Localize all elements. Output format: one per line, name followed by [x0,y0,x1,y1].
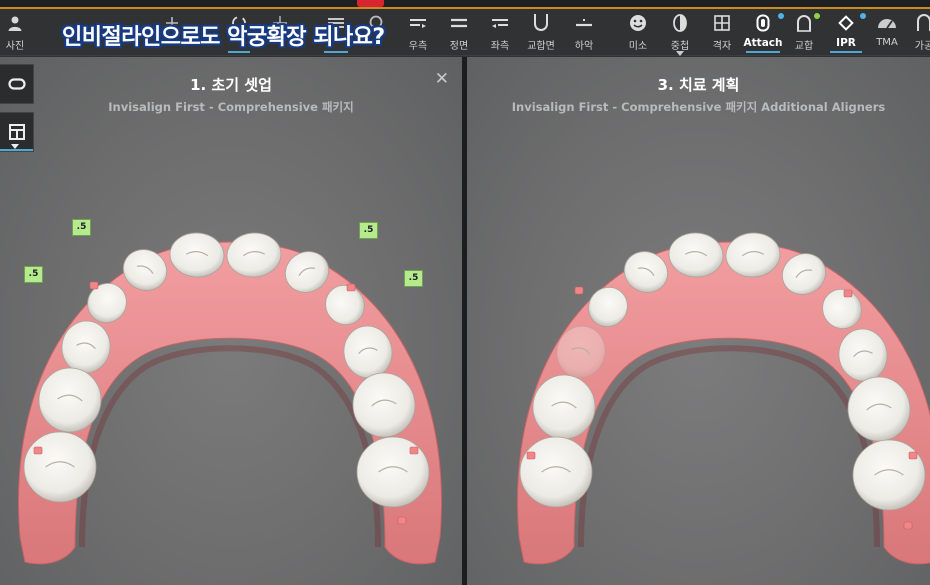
right-view-button[interactable]: 우측 [404,11,432,55]
chevron-down-icon [11,144,19,149]
layout-button[interactable] [0,112,34,152]
active-underline [746,51,780,53]
lower-jaw-button[interactable]: 하악 [570,11,598,55]
person-icon [8,16,22,31]
ipr-label: IPR [836,37,856,49]
video-caption: 인비절라인으로도 악궁확장 되나요? [62,25,385,50]
occlusal-view-icon [534,14,548,31]
occlusal-view-button[interactable]: 교합면 [524,11,558,55]
attachment-label: Attach [743,37,783,49]
smile-label: 미소 [628,41,648,52]
chevron-down-icon [676,51,684,56]
grid-button[interactable]: 격자 [708,11,736,55]
photo-button[interactable]: 사진 [2,11,28,55]
left-view-label: 좌측 [490,41,510,52]
attachment-icon [756,14,770,32]
left-view-icon [492,19,508,28]
photo-label: 사진 [5,41,25,52]
left-view-button[interactable]: 좌측 [486,11,514,55]
lower-jaw-label: 하악 [574,41,594,52]
tma-gauge-icon [878,19,896,29]
tooth-shape-button[interactable] [0,64,34,104]
smile-icon [630,15,646,31]
ipr-button[interactable]: IPR [828,11,866,55]
panel-subtitle: Invisalign First - Comprehensive 패키지 Add… [511,100,886,114]
status-dot [814,13,820,19]
panel-subtitle: Invisalign First - Comprehensive 패키지 [108,100,354,114]
overlay-icon [673,14,687,32]
initial-setup-panel: 1. 초기 셋업 Invisalign First - Comprehensiv… [0,57,462,585]
status-dot [778,13,784,19]
grid-label: 격자 [712,41,732,52]
status-dot [860,13,866,19]
attachment-button[interactable]: Attach [743,11,784,55]
pontic-button[interactable]: 가공 [910,11,930,55]
front-view-label: 정면 [449,41,469,52]
occlusal-view-label: 교합면 [527,41,555,52]
occlusion-button[interactable]: 교합 [790,11,820,55]
tma-button[interactable]: TMA [872,11,902,55]
overlay-button[interactable]: 중첩 [666,11,694,56]
overlay-label: 중첩 [670,41,690,52]
smile-button[interactable]: 미소 [624,11,652,55]
dental-arch-plan [517,232,930,565]
grid-icon [714,15,730,31]
pontic-icon [917,14,930,31]
active-underline [830,51,862,53]
pontic-label: 가공 [914,41,930,52]
capsule-icon [7,78,26,90]
front-view-button[interactable]: 정면 [445,11,473,55]
layout-icon [8,124,25,140]
front-view-icon [451,18,467,28]
active-underline [324,51,348,53]
panel-title: 3. 치료 계획 [657,76,740,94]
occlusion-label: 교합 [794,41,814,52]
close-icon[interactable]: ✕ [435,69,449,89]
right-view-icon [410,19,426,28]
panel-title: 1. 초기 셋업 [190,76,272,94]
treatment-plan-panel: 3. 치료 계획 Invisalign First - Comprehensiv… [467,57,930,585]
occlusion-icon [797,15,811,32]
right-view-label: 우측 [408,41,428,52]
active-underline [0,149,33,151]
window-top-strip [0,0,930,9]
ipr-icon [838,15,854,31]
dental-arch-initial [18,232,442,565]
lower-jaw-icon [576,19,592,27]
active-underline [228,51,250,53]
record-tab[interactable] [357,0,384,7]
tma-label: TMA [876,37,898,48]
